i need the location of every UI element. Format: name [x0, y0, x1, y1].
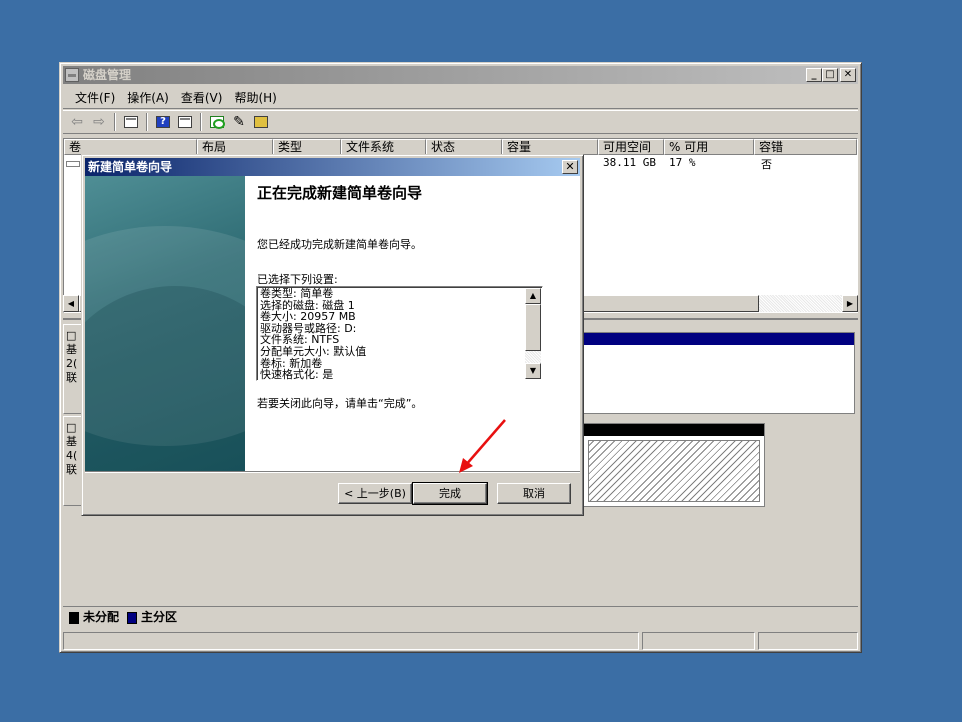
status-cell-2 [642, 632, 755, 650]
volume-percent-free: 17 % [669, 156, 696, 169]
wizard-settings-list: 卷类型: 简单卷 选择的磁盘: 磁盘 1 卷大小: 20957 MB 驱动器号或… [260, 287, 525, 381]
menu-help[interactable]: 帮助(H) [228, 89, 282, 106]
menu-bar: 文件(F) 操作(A) 查看(V) 帮助(H) [63, 87, 858, 109]
finish-button[interactable]: 完成 [412, 482, 488, 505]
legend-primary: 主分区 [127, 608, 177, 625]
legend-unallocated-label: 未分配 [83, 610, 120, 624]
wizard-success-text: 您已经成功完成新建简单卷向导。 [257, 238, 422, 251]
wizard-heading: 正在完成新建简单卷向导 [257, 184, 423, 202]
status-cell-main [63, 632, 639, 650]
column-fault-tolerance[interactable]: 容错 [754, 139, 857, 155]
column-volume[interactable]: 卷 [64, 139, 197, 155]
wizard-settings-label: 已选择下列设置: [257, 273, 338, 286]
scroll-right-icon[interactable]: ▶ [842, 295, 858, 312]
column-percent-free[interactable]: % 可用 [664, 139, 754, 155]
back-icon[interactable]: ⇦ [67, 112, 87, 132]
column-layout[interactable]: 布局 [197, 139, 273, 155]
wizard-close-button[interactable]: ✕ [562, 160, 578, 174]
wizard-settings-listbox[interactable]: 卷类型: 简单卷 选择的磁盘: 磁盘 1 卷大小: 20957 MB 驱动器号或… [256, 286, 543, 381]
settings-vscrollbar[interactable]: ▲ ▼ [525, 288, 541, 379]
legend: 未分配 主分区 [63, 606, 858, 626]
scroll-up-icon[interactable]: ▲ [525, 288, 541, 304]
legend-primary-label: 主分区 [141, 610, 178, 624]
cancel-button[interactable]: 取消 [497, 483, 571, 504]
toolbar-separator [114, 113, 116, 131]
wizard-titlebar[interactable]: 新建简单卷向导 ✕ [85, 158, 580, 176]
volume-list-header: 卷 布局 类型 文件系统 状态 容量 可用空间 % 可用 容错 [64, 139, 857, 155]
column-free-space[interactable]: 可用空间 [598, 139, 664, 155]
toolbar: ⇦ ⇨ ? ✎ [63, 110, 858, 134]
setting-item: 快速格式化: 是 [260, 368, 334, 381]
wizard-close-hint: 若要关闭此向导，请单击“完成”。 [257, 397, 423, 410]
help-icon[interactable]: ? [153, 112, 173, 132]
up-level-icon[interactable] [121, 112, 141, 132]
window-titlebar[interactable]: 磁盘管理 _ □ ✕ [63, 66, 858, 84]
minimize-button[interactable]: _ [806, 68, 822, 82]
status-bar [63, 632, 858, 650]
primary-swatch [127, 611, 138, 624]
status-cell-3 [758, 632, 858, 650]
toolbar-separator [200, 113, 202, 131]
column-filesystem[interactable]: 文件系统 [341, 139, 426, 155]
forward-icon[interactable]: ⇨ [89, 112, 109, 132]
legend-unallocated: 未分配 [69, 608, 119, 625]
scroll-left-icon[interactable]: ◀ [63, 295, 79, 312]
unallocated-swatch [69, 611, 79, 624]
window-title: 磁盘管理 [83, 68, 132, 82]
close-button[interactable]: ✕ [840, 68, 856, 82]
disk-0-label[interactable]: □ 基 2(联 [63, 324, 83, 414]
column-type[interactable]: 类型 [273, 139, 341, 155]
volume-drive-icon [66, 161, 80, 167]
disk-management-icon [65, 68, 79, 82]
refresh-icon[interactable] [207, 112, 227, 132]
scroll-down-icon[interactable]: ▼ [525, 363, 541, 379]
menu-view[interactable]: 查看(V) [175, 89, 229, 106]
settings-scroll-thumb[interactable] [525, 304, 541, 351]
disk-0-primary-partition[interactable] [583, 332, 855, 414]
properties-icon[interactable] [175, 112, 195, 132]
edit-icon[interactable]: ✎ [229, 112, 249, 132]
column-capacity[interactable]: 容量 [502, 139, 598, 155]
wizard-title: 新建简单卷向导 [88, 160, 173, 174]
toolbar-separator [146, 113, 148, 131]
setting-item: 分配单元大小: 默认值 [260, 344, 367, 358]
export-icon[interactable] [251, 112, 271, 132]
volume-free-space: 38.11 GB [603, 156, 656, 169]
disk-1-unallocated-partition[interactable] [583, 423, 765, 507]
volume-fault-tolerance: 否 [761, 158, 772, 171]
maximize-button[interactable]: □ [822, 68, 838, 82]
red-arrow-annotation [459, 419, 506, 473]
disk-1-label[interactable]: □ 基 4(联 [63, 416, 83, 506]
back-button[interactable]: < 上一步(B) [338, 483, 412, 504]
menu-action[interactable]: 操作(A) [121, 89, 175, 106]
menu-file[interactable]: 文件(F) [69, 89, 121, 106]
column-status[interactable]: 状态 [426, 139, 502, 155]
setting-item: 卷类型: 简单卷 [260, 287, 334, 300]
wizard-side-banner [85, 176, 245, 471]
